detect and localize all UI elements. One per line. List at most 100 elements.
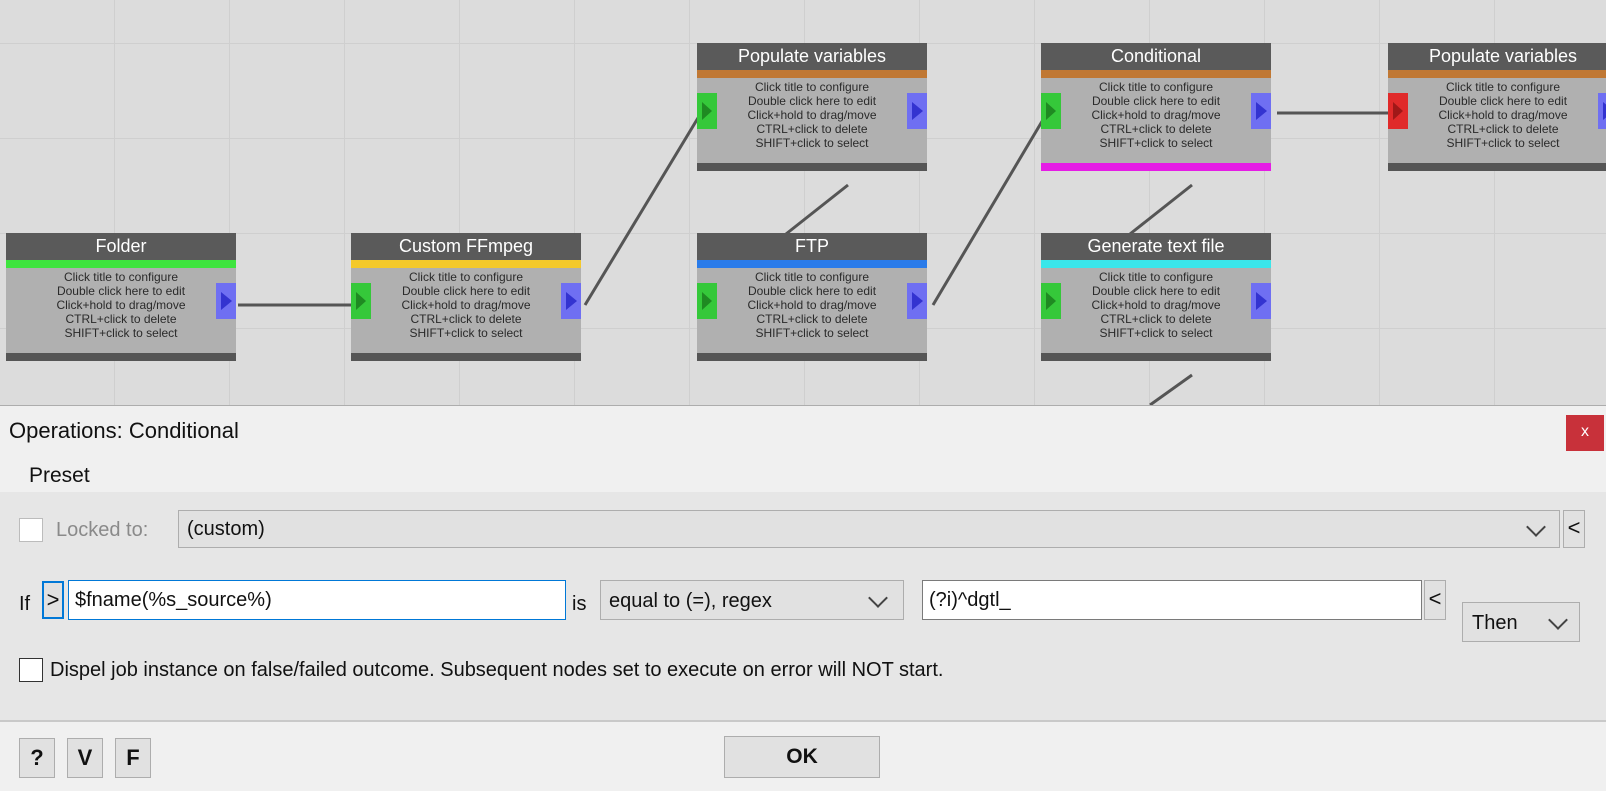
input-pin[interactable] [1388,93,1408,129]
if-label: If [19,593,31,615]
output-pin[interactable] [907,283,927,319]
compare-value-input[interactable] [922,580,1422,620]
node-accent-bar [1388,70,1606,78]
help-line: Double click here to edit [747,284,877,298]
input-pin[interactable] [351,283,371,319]
help-line: Double click here to edit [1091,94,1221,108]
node-help-text[interactable]: Click title to configure Double click he… [697,78,927,150]
node-title[interactable]: Populate variables [1388,43,1606,70]
variables-button[interactable]: V [67,738,103,778]
output-pin[interactable] [1251,93,1271,129]
help-line: Click title to configure [1098,80,1214,94]
preset-value: (custom) [187,518,265,540]
value-back-button[interactable]: < [1424,580,1446,620]
help-line: Click+hold to drag/move [1091,298,1221,312]
help-line: Double click here to edit [56,284,186,298]
help-line: Click title to configure [1098,270,1214,284]
condition-input[interactable] [68,580,566,620]
help-line: SHIFT+click to select [409,326,523,340]
help-line: SHIFT+click to select [1099,326,1213,340]
then-dropdown[interactable]: Then [1462,602,1580,642]
conditional-settings-panel: Locked to: (custom) < If > is equal to (… [0,492,1606,722]
output-pin[interactable] [216,283,236,319]
ok-button[interactable]: OK [724,736,880,778]
locked-checkbox[interactable] [19,518,43,542]
node-footer-bar [1388,163,1606,171]
chevron-down-icon [1526,517,1546,537]
operator-dropdown[interactable]: equal to (=), regex [600,580,904,620]
node-accent-bar [697,70,927,78]
help-line: Double click here to edit [1438,94,1568,108]
wire-conditional-textfile [1129,183,1193,236]
node-footer-bar [6,353,236,361]
node-footer-bar [697,163,927,171]
help-line: Click title to configure [754,80,870,94]
input-pin[interactable] [1041,283,1061,319]
node-accent-bar [351,260,581,268]
node-title[interactable]: Folder [6,233,236,260]
node-title[interactable]: Conditional [1041,43,1271,70]
node-footer-bar [1041,163,1271,171]
help-line: Double click here to edit [747,94,877,108]
help-line: CTRL+click to delete [1100,312,1212,326]
dispel-checkbox[interactable] [19,658,43,682]
wire-textfile-below [1149,373,1193,405]
help-line: SHIFT+click to select [1099,136,1213,150]
help-line: SHIFT+click to select [755,136,869,150]
is-label: is [572,593,587,615]
node-help-text[interactable]: Click title to configure Double click he… [1041,78,1271,150]
help-button[interactable]: ? [19,738,55,778]
wire-ftp-conditional [931,112,1049,306]
help-line: CTRL+click to delete [1447,122,1559,136]
node-title[interactable]: Populate variables [697,43,927,70]
input-pin[interactable] [697,93,717,129]
node-folder[interactable]: Folder Click title to configure Double c… [6,233,236,361]
node-custom-ffmpeg[interactable]: Custom FFmpeg Click title to configure D… [351,233,581,361]
help-line: SHIFT+click to select [755,326,869,340]
node-help-text[interactable]: Click title to configure Double click he… [6,268,236,340]
help-line: Click title to configure [1445,80,1561,94]
dialog-title: Operations: Conditional [9,418,239,443]
help-line: Click title to configure [408,270,524,284]
output-pin[interactable] [1598,93,1606,129]
input-pin[interactable] [1041,93,1061,129]
help-line: Double click here to edit [401,284,531,298]
node-help-text[interactable]: Click title to configure Double click he… [697,268,927,340]
node-footer-bar [351,353,581,361]
functions-button[interactable]: F [115,738,151,778]
wire-ffmpeg-populate [583,112,703,306]
dispel-label[interactable]: Dispel job instance on false/failed outc… [50,659,943,682]
help-line: Click+hold to drag/move [747,108,877,122]
help-line: CTRL+click to delete [756,312,868,326]
input-pin[interactable] [697,283,717,319]
node-help-text[interactable]: Click title to configure Double click he… [1388,78,1606,150]
preset-dropdown[interactable]: (custom) [178,510,1560,548]
output-pin[interactable] [1251,283,1271,319]
expand-toggle-button[interactable]: > [42,581,64,619]
node-conditional[interactable]: Conditional Click title to configure Dou… [1041,43,1271,171]
help-line: Click+hold to drag/move [401,298,531,312]
node-ftp[interactable]: FTP Click title to configure Double clic… [697,233,927,361]
output-pin[interactable] [907,93,927,129]
node-help-text[interactable]: Click title to configure Double click he… [351,268,581,340]
output-pin[interactable] [561,283,581,319]
node-accent-bar [697,260,927,268]
node-help-text[interactable]: Click title to configure Double click he… [1041,268,1271,340]
help-line: Double click here to edit [1091,284,1221,298]
wire-populate-ftp [785,183,849,236]
preset-back-button[interactable]: < [1563,510,1585,548]
help-line: Click+hold to drag/move [1438,108,1568,122]
node-populate-variables[interactable]: Populate variables Click title to config… [697,43,927,171]
menu-preset[interactable]: Preset [29,464,90,488]
node-populate-variables-2[interactable]: Populate variables Click title to config… [1388,43,1606,171]
workflow-canvas[interactable]: Folder Click title to configure Double c… [0,0,1606,405]
node-title[interactable]: Custom FFmpeg [351,233,581,260]
help-line: SHIFT+click to select [64,326,178,340]
close-button[interactable]: x [1566,415,1604,451]
node-generate-text-file[interactable]: Generate text file Click title to config… [1041,233,1271,361]
node-title[interactable]: FTP [697,233,927,260]
node-title[interactable]: Generate text file [1041,233,1271,260]
chevron-down-icon [868,588,888,608]
help-line: Click+hold to drag/move [1091,108,1221,122]
chevron-down-icon [1548,610,1568,630]
